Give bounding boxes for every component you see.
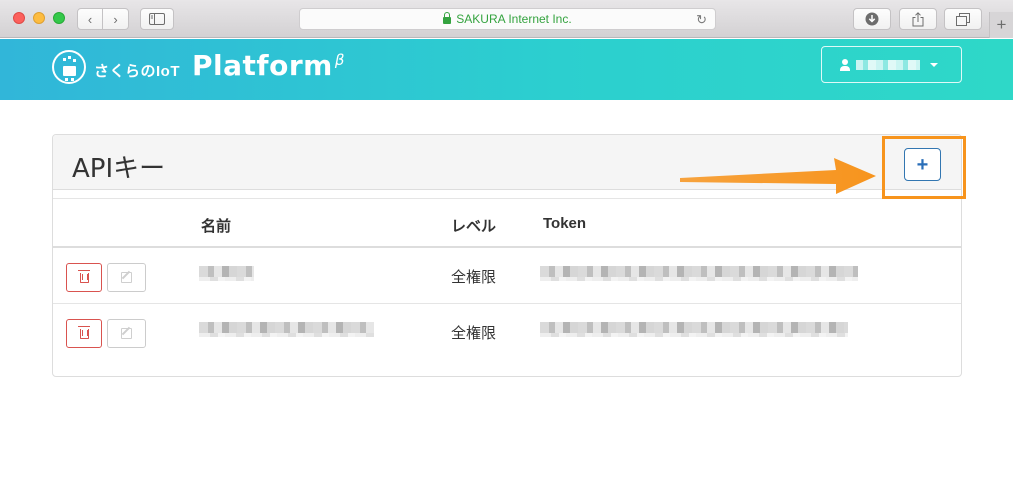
edit-icon (121, 328, 132, 339)
brand-name[interactable]: さくらのIoT (94, 60, 180, 81)
key-level: 全権限 (451, 269, 497, 286)
key-name-redacted (199, 266, 254, 281)
reload-icon[interactable]: ↻ (696, 12, 707, 28)
token-redacted (540, 266, 858, 281)
user-name-redacted (856, 59, 920, 70)
sidebar-toggle-button[interactable] (140, 8, 174, 30)
key-name-redacted (199, 322, 374, 337)
trash-icon (77, 325, 90, 339)
column-header-level: レベル (451, 218, 497, 235)
download-icon (865, 12, 879, 26)
token-redacted (540, 322, 848, 337)
app-header: さくらのIoT Platform β (0, 39, 1013, 100)
column-header-name: 名前 (201, 218, 232, 235)
minimize-window-button[interactable] (33, 12, 45, 24)
trash-icon (77, 269, 90, 283)
annotation-highlight-box (882, 136, 966, 199)
brand-product-text: Platform (192, 49, 333, 82)
caret-down-icon (930, 62, 938, 67)
delete-button[interactable] (66, 319, 102, 348)
user-menu-button[interactable] (821, 46, 962, 83)
show-tabs-button[interactable] (944, 8, 982, 30)
zoom-window-button[interactable] (53, 12, 65, 24)
table-header: 名前 レベル Token (53, 198, 961, 248)
address-bar[interactable]: SAKURA Internet Inc. ↻ (299, 8, 716, 30)
downloads-button[interactable] (853, 8, 891, 30)
user-icon (840, 58, 850, 71)
lock-icon (443, 11, 452, 24)
chevron-right-icon: › (113, 11, 118, 27)
share-button[interactable] (899, 8, 937, 30)
annotation-arrow-icon (680, 158, 876, 194)
close-window-button[interactable] (13, 12, 25, 24)
logo-icon[interactable] (52, 50, 86, 84)
api-keys-table: 名前 レベル Token 全権限 全権限 (53, 198, 961, 360)
new-tab-button[interactable]: + (989, 12, 1013, 38)
edit-button[interactable] (107, 319, 146, 348)
brand-product[interactable]: Platform β (192, 49, 345, 82)
address-bar-text: SAKURA Internet Inc. (456, 12, 572, 26)
edit-button[interactable] (107, 263, 146, 292)
back-button[interactable]: ‹ (77, 8, 103, 30)
share-icon (912, 11, 924, 26)
tabs-icon (956, 12, 970, 26)
edit-icon (121, 272, 132, 283)
browser-toolbar: ‹ › SAKURA Internet Inc. ↻ + (0, 0, 1013, 38)
chevron-left-icon: ‹ (87, 11, 93, 27)
forward-button[interactable]: › (103, 8, 129, 30)
delete-button[interactable] (66, 263, 102, 292)
table-row: 全権限 (53, 304, 961, 360)
column-header-token: Token (543, 215, 587, 232)
plus-icon: + (996, 15, 1007, 34)
brand-beta-suffix: β (334, 51, 345, 69)
table-row: 全権限 (53, 248, 961, 304)
key-level: 全権限 (451, 325, 497, 342)
page-title: APIキー (72, 154, 166, 184)
sidebar-icon (149, 13, 165, 25)
